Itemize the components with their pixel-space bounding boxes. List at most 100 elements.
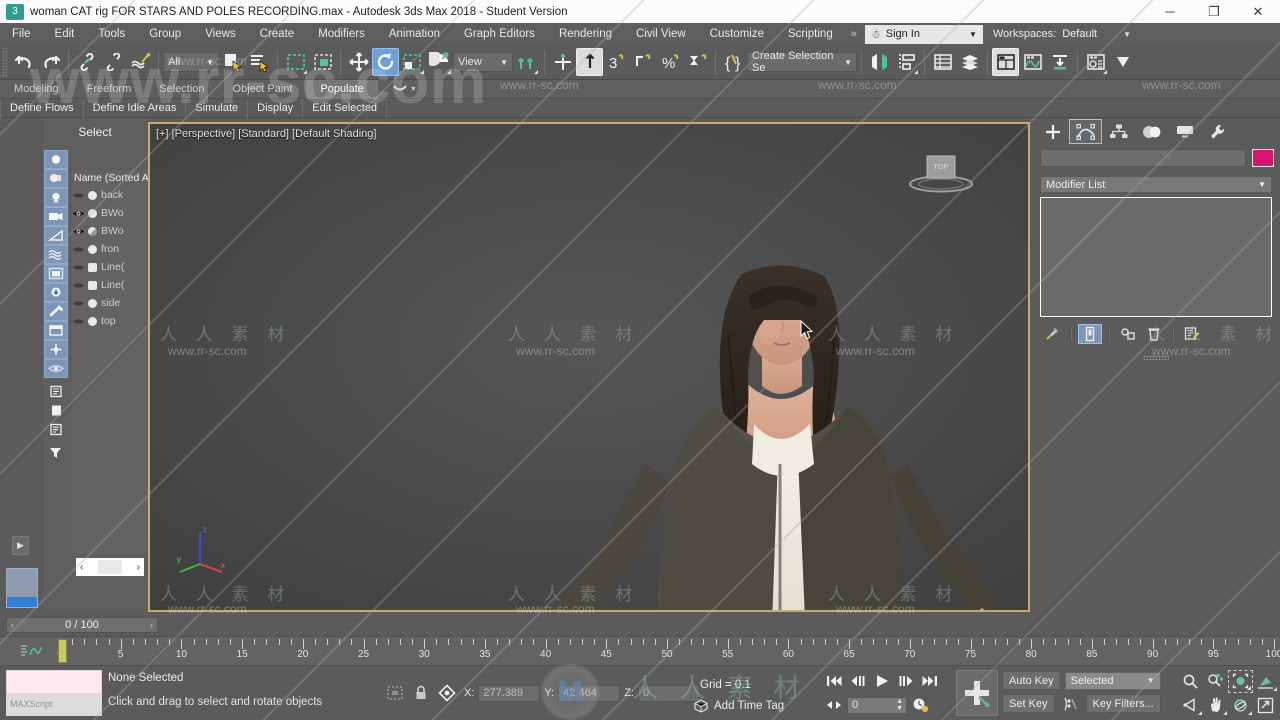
close-button[interactable]: ✕ bbox=[1236, 0, 1280, 23]
select-object-button[interactable] bbox=[219, 48, 246, 76]
zoom-region-icon[interactable] bbox=[1253, 670, 1278, 693]
utilities-tab[interactable] bbox=[1201, 119, 1234, 144]
selection-filter-combo[interactable]: All ▼ bbox=[163, 52, 219, 72]
minimize-button[interactable]: ─ bbox=[1148, 0, 1192, 23]
display-eye-icon[interactable] bbox=[44, 359, 68, 378]
selection-lock-toggle-icon[interactable] bbox=[408, 682, 434, 704]
scene-explorer-row[interactable]: top bbox=[72, 312, 148, 330]
scene-explorer-scroll[interactable]: ‹ › bbox=[76, 558, 144, 576]
scene-explorer-row[interactable]: side bbox=[72, 294, 148, 312]
mirror-button[interactable] bbox=[866, 48, 893, 76]
render-production-button[interactable] bbox=[1109, 48, 1136, 76]
bind-to-space-warp-button[interactable] bbox=[127, 48, 154, 76]
select-space-warp-icon[interactable] bbox=[44, 245, 68, 264]
undo-button[interactable] bbox=[10, 48, 37, 76]
configure-modifier-sets-icon[interactable] bbox=[1180, 324, 1204, 344]
ribbon-tab-populate[interactable]: Populate bbox=[306, 79, 378, 99]
scene-explorer-column-header[interactable]: Name (Sorted A bbox=[72, 170, 148, 186]
visibility-eye-icon[interactable] bbox=[72, 263, 88, 272]
scroll-prev-icon[interactable]: ‹ bbox=[80, 562, 83, 573]
ribbon-button-display[interactable]: Display bbox=[248, 98, 304, 118]
menu-rendering[interactable]: Rendering bbox=[547, 23, 624, 45]
curve-editor-button[interactable] bbox=[992, 48, 1019, 76]
visibility-eye-icon[interactable] bbox=[72, 191, 88, 200]
time-configuration-button[interactable] bbox=[909, 694, 932, 716]
spinner-arrows-icon[interactable]: ▲ ▼ bbox=[896, 698, 906, 712]
left-dock-expand-button[interactable]: ▶ bbox=[12, 536, 29, 555]
detail-view-icon[interactable] bbox=[44, 420, 68, 439]
previous-frame-button[interactable] bbox=[846, 670, 869, 692]
auto-key-button[interactable]: Auto Key bbox=[1002, 671, 1061, 690]
render-setup-button[interactable] bbox=[1082, 48, 1109, 76]
menu-create[interactable]: Create bbox=[248, 23, 307, 45]
view-cube[interactable]: TOP bbox=[906, 144, 976, 196]
zoom-all-icon[interactable] bbox=[1203, 670, 1228, 693]
use-pivot-point-center-button[interactable] bbox=[426, 48, 453, 76]
edit-named-selection-sets-button[interactable]: {} bbox=[720, 48, 747, 76]
redo-button[interactable] bbox=[37, 48, 64, 76]
key-filters-button[interactable]: Key Filters... bbox=[1085, 694, 1161, 713]
snaps-toggle-button[interactable] bbox=[576, 48, 603, 76]
remove-modifier-icon[interactable] bbox=[1142, 324, 1166, 344]
ribbon-minimize-icon[interactable]: ▼ bbox=[392, 83, 417, 95]
select-camera-icon[interactable] bbox=[44, 207, 68, 226]
hierarchy-tab[interactable] bbox=[1102, 119, 1135, 144]
material-editor-button[interactable] bbox=[1046, 48, 1073, 76]
scene-explorer-row[interactable]: back bbox=[72, 186, 148, 204]
visibility-eye-icon[interactable] bbox=[72, 317, 88, 326]
coord-x[interactable]: X: 277.389 bbox=[464, 684, 541, 702]
window-crossing-toggle-button[interactable] bbox=[309, 48, 336, 76]
sign-in-button[interactable]: ☃ Sign In ▼ bbox=[864, 24, 983, 44]
track-bar[interactable]: 0510152025303540455055606570758085909510… bbox=[0, 636, 1280, 666]
open-mini-curve-editor-icon[interactable] bbox=[20, 644, 42, 658]
select-bone-icon[interactable] bbox=[44, 302, 68, 321]
coord-z[interactable]: Z: 0 bbox=[624, 684, 700, 702]
pin-stack-icon[interactable] bbox=[1040, 324, 1064, 344]
key-filter-combo[interactable]: Selected ▼ bbox=[1064, 671, 1161, 690]
visibility-eye-icon[interactable] bbox=[72, 299, 88, 308]
select-group-icon[interactable] bbox=[44, 283, 68, 302]
field-of-view-icon[interactable] bbox=[1178, 694, 1203, 717]
spinner-snap-toggle-button[interactable]: % bbox=[657, 48, 684, 76]
prev-frame-icon[interactable]: ‹ bbox=[11, 620, 14, 630]
add-time-tag-key-button[interactable] bbox=[956, 670, 998, 716]
object-color-swatch[interactable] bbox=[1252, 149, 1274, 167]
toggle-layer-explorer-button[interactable] bbox=[956, 48, 983, 76]
zoom-extents-icon[interactable] bbox=[1228, 669, 1253, 693]
schematic-view-button[interactable] bbox=[1019, 48, 1046, 76]
maximize-button[interactable]: ❐ bbox=[1192, 0, 1236, 23]
toggle-scene-explorer-button[interactable] bbox=[929, 48, 956, 76]
ribbon-button-simulate[interactable]: Simulate bbox=[186, 98, 249, 118]
menu-customize[interactable]: Customize bbox=[698, 23, 776, 45]
display-tab[interactable] bbox=[1168, 119, 1201, 144]
select-xref-icon[interactable] bbox=[44, 340, 68, 359]
key-mode-toggle-button[interactable] bbox=[822, 694, 845, 716]
next-frame-icon[interactable]: › bbox=[150, 620, 153, 630]
panel-resize-handle[interactable] bbox=[1143, 355, 1169, 360]
make-unique-icon[interactable] bbox=[1116, 324, 1140, 344]
maxscript-mini-listener[interactable]: MAXScript bbox=[6, 670, 102, 716]
scene-explorer-row[interactable]: BWo bbox=[72, 222, 148, 240]
ribbon-tab-object-paint[interactable]: Object Paint bbox=[219, 80, 307, 99]
time-slider-key-marker[interactable] bbox=[58, 639, 67, 663]
named-selection-sets-combo[interactable]: Create Selection Se ▼ bbox=[747, 50, 857, 74]
absolute-relative-mode-icon[interactable] bbox=[434, 682, 460, 704]
coord-x-field[interactable]: 277.389 bbox=[478, 684, 541, 702]
viewport-label[interactable]: [+] [Perspective] [Standard] [Default Sh… bbox=[156, 128, 376, 140]
reference-coordinate-combo[interactable]: View ▼ bbox=[453, 52, 513, 72]
select-and-scale-button[interactable] bbox=[399, 48, 426, 76]
percent-snap-toggle-button[interactable] bbox=[630, 48, 657, 76]
menu-file[interactable]: File bbox=[0, 23, 43, 45]
visibility-eye-icon[interactable] bbox=[72, 281, 88, 290]
ribbon-tab-modeling[interactable]: Modeling bbox=[0, 80, 73, 99]
scroll-next-icon[interactable]: › bbox=[137, 562, 140, 573]
menu-scripting[interactable]: Scripting bbox=[776, 23, 845, 45]
list-view-icon[interactable] bbox=[44, 382, 68, 401]
pan-icon[interactable] bbox=[1203, 694, 1228, 717]
scene-explorer-row[interactable]: fron bbox=[72, 240, 148, 258]
menu-views[interactable]: Views bbox=[193, 23, 247, 45]
menu-group[interactable]: Group bbox=[137, 23, 193, 45]
create-tab[interactable] bbox=[1036, 119, 1069, 144]
menu-edit[interactable]: Edit bbox=[43, 23, 87, 45]
maximize-viewport-icon[interactable] bbox=[1253, 694, 1278, 717]
